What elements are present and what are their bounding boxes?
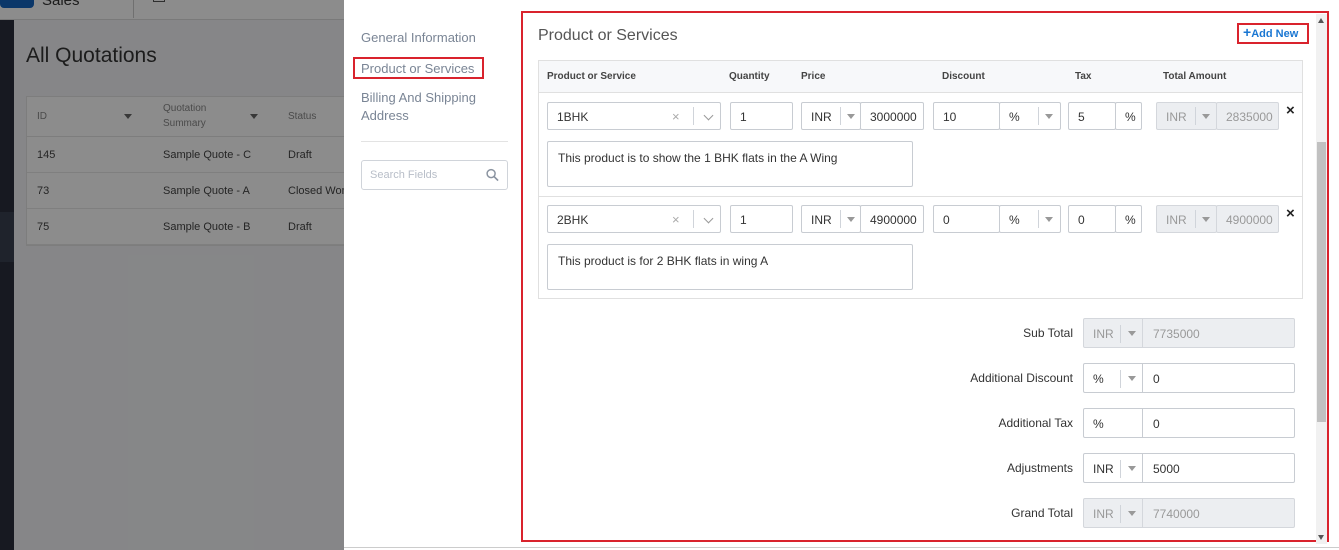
scroll-up-arrow[interactable] — [1318, 18, 1324, 23]
additional-discount-input[interactable]: 0 — [1142, 363, 1295, 393]
discount-type-select[interactable]: % — [999, 205, 1061, 233]
tax-unit: % — [1115, 205, 1142, 233]
caret-down-icon — [1128, 376, 1136, 381]
adjustments-currency-select[interactable]: INR — [1083, 453, 1143, 483]
nav-billing-shipping-address[interactable]: Billing And Shipping Address — [361, 89, 491, 125]
grand-total-field: 7740000 — [1142, 498, 1295, 528]
total-amount-field: 4900000 — [1216, 205, 1279, 233]
adjustments-row: Adjustments INR 5000 — [523, 453, 1303, 483]
caret-down-icon — [847, 217, 855, 222]
search-icon[interactable] — [486, 168, 499, 182]
product-services-section: Product or Services +Add New Product or … — [521, 11, 1329, 542]
item-description[interactable]: This product is for 2 BHK flats in wing … — [547, 244, 913, 290]
caret-down-icon — [1128, 331, 1136, 336]
add-new-label: Add New — [1251, 28, 1299, 40]
modal-backdrop[interactable] — [0, 0, 344, 550]
additional-discount-row: Additional Discount % 0 — [523, 363, 1303, 393]
discount-type-select[interactable]: % — [999, 102, 1061, 130]
col-discount: Discount — [942, 71, 985, 82]
close-icon[interactable]: × — [1286, 102, 1295, 119]
tax-unit: % — [1115, 102, 1142, 130]
adjustments-input[interactable]: 5000 — [1142, 453, 1295, 483]
clear-icon[interactable]: × — [672, 212, 680, 227]
total-currency-select: INR — [1156, 205, 1217, 233]
tax-input[interactable]: 5 — [1068, 102, 1116, 130]
section-title: Product or Services — [538, 27, 678, 44]
close-icon[interactable]: × — [1286, 205, 1295, 222]
sub-total-label: Sub Total — [1023, 326, 1073, 340]
sub-total-row: Sub Total INR 7735000 — [523, 318, 1303, 348]
product-value: 2BHK — [557, 213, 589, 227]
additional-discount-label: Additional Discount — [970, 371, 1073, 385]
product-value: 1BHK — [557, 110, 589, 124]
sub-total-field: 7735000 — [1142, 318, 1295, 348]
line-items-grid: Product or Service Quantity Price Discou… — [538, 60, 1303, 299]
price-input[interactable]: 3000000 — [860, 102, 924, 130]
caret-down-icon — [1202, 114, 1210, 119]
price-input[interactable]: 4900000 — [860, 205, 924, 233]
grid-header: Product or Service Quantity Price Discou… — [539, 61, 1302, 93]
search-fields-input[interactable]: Search Fields — [361, 160, 508, 190]
tax-input[interactable]: 0 — [1068, 205, 1116, 233]
line-item: 2BHK × 1 INR 4900000 0 % 0 % INR 4900000… — [539, 196, 1302, 299]
grand-total-label: Grand Total — [1011, 506, 1073, 520]
additional-tax-label: Additional Tax — [998, 416, 1074, 430]
add-new-button[interactable]: +Add New — [1237, 23, 1309, 44]
scrollbar-thumb[interactable] — [1317, 142, 1326, 422]
product-select[interactable]: 2BHK × — [547, 205, 721, 233]
search-placeholder: Search Fields — [370, 169, 438, 181]
caret-down-icon — [1128, 466, 1136, 471]
caret-down-icon — [1202, 217, 1210, 222]
plus-icon: + — [1243, 24, 1252, 40]
additional-tax-row: Additional Tax % 0 — [523, 408, 1303, 438]
additional-discount-type-select[interactable]: % — [1083, 363, 1143, 393]
chevron-down-icon[interactable] — [703, 110, 714, 121]
nav-product-or-services[interactable]: Product or Services — [353, 57, 484, 79]
caret-down-icon — [847, 114, 855, 119]
quantity-input[interactable]: 1 — [730, 205, 793, 233]
caret-down-icon — [1045, 114, 1053, 119]
additional-tax-input[interactable]: 0 — [1142, 408, 1295, 438]
caret-down-icon — [1128, 511, 1136, 516]
grand-total-row: Grand Total INR 7740000 — [523, 498, 1303, 528]
discount-input[interactable]: 10 — [933, 102, 1000, 130]
col-price: Price — [801, 71, 826, 82]
col-product: Product or Service — [547, 71, 636, 82]
grand-total-currency: INR — [1083, 498, 1143, 528]
nav-general-information[interactable]: General Information — [361, 29, 476, 47]
product-select[interactable]: 1BHK × — [547, 102, 721, 130]
caret-down-icon — [1045, 217, 1053, 222]
vertical-scrollbar[interactable] — [1316, 14, 1327, 544]
quotation-edit-panel: General Information Product or Services … — [344, 0, 1339, 550]
scroll-down-arrow[interactable] — [1318, 535, 1324, 540]
total-amount-field: 2835000 — [1216, 102, 1279, 130]
quantity-input[interactable]: 1 — [730, 102, 793, 130]
clear-icon[interactable]: × — [672, 109, 680, 124]
adjustments-label: Adjustments — [1006, 461, 1073, 475]
col-tax: Tax — [1075, 71, 1092, 82]
discount-input[interactable]: 0 — [933, 205, 1000, 233]
nav-divider — [361, 141, 508, 142]
col-total-amount: Total Amount — [1163, 71, 1227, 82]
line-item: 1BHK × 1 INR 3000000 10 % 5 % INR 283500… — [539, 94, 1302, 197]
item-description[interactable]: This product is to show the 1 BHK flats … — [547, 141, 913, 187]
total-currency-select: INR — [1156, 102, 1217, 130]
price-currency-select[interactable]: INR — [801, 102, 861, 130]
chevron-down-icon[interactable] — [703, 213, 714, 224]
col-quantity: Quantity — [729, 71, 770, 82]
additional-tax-unit: % — [1083, 408, 1143, 438]
price-currency-select[interactable]: INR — [801, 205, 861, 233]
sub-total-currency: INR — [1083, 318, 1143, 348]
